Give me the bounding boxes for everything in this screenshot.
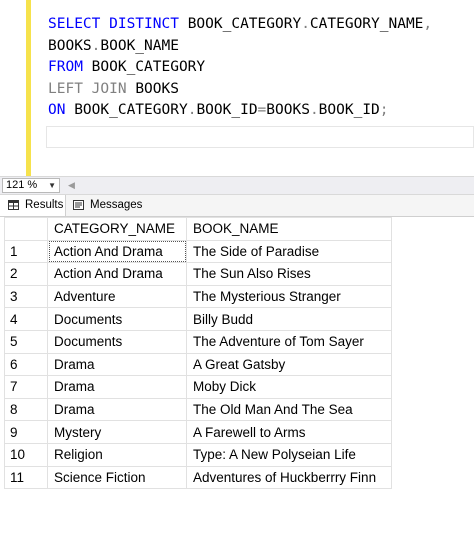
current-line-highlight <box>46 126 474 148</box>
code-token: BOOK_ID <box>318 102 380 119</box>
table-row[interactable]: 1 Action And Drama The Side of Paradise <box>4 239 392 264</box>
grid-header-row: CATEGORY_NAME BOOK_NAME <box>4 217 392 241</box>
column-header-category-name[interactable]: CATEGORY_NAME <box>47 217 187 241</box>
row-number-cell[interactable]: 7 <box>4 375 48 399</box>
category-name-cell[interactable]: Adventure <box>47 284 187 309</box>
book-name-cell[interactable]: The Old Man And The Sea <box>186 397 392 422</box>
category-name-cell[interactable]: Drama <box>47 352 187 377</box>
code-token: BOOKS <box>135 80 179 97</box>
code-token: . <box>309 102 319 119</box>
zoom-select[interactable]: 121 % ▼ <box>2 178 60 193</box>
code-token: FROM <box>48 59 92 76</box>
book-name-cell[interactable]: The Adventure of Tom Sayer <box>186 329 392 354</box>
query-editor[interactable]: SELECT DISTINCT BOOK_CATEGORY.CATEGORY_N… <box>0 0 474 176</box>
row-number-cell[interactable]: 9 <box>4 420 48 444</box>
zoom-bar: 121 % ▼ ◀ <box>0 176 474 195</box>
table-row[interactable]: 8 Drama The Old Man And The Sea <box>4 397 392 422</box>
code-token: BOOKS <box>266 102 310 119</box>
code-token: BOOK_NAME <box>100 37 179 54</box>
category-name-cell[interactable]: Documents <box>47 329 187 354</box>
row-number-cell[interactable]: 11 <box>4 465 48 490</box>
code-line[interactable]: BOOKS.BOOK_NAME <box>48 36 432 58</box>
book-name-cell[interactable]: Billy Budd <box>186 307 392 331</box>
tab-results-label: Results <box>25 199 64 211</box>
category-name-cell[interactable]: Documents <box>47 307 187 331</box>
result-tabs: Results Messages <box>0 195 474 217</box>
scroll-left-icon[interactable]: ◀ <box>68 179 75 192</box>
row-number-cell[interactable]: 3 <box>4 284 48 309</box>
book-name-cell[interactable]: The Side of Paradise <box>186 239 392 264</box>
table-row[interactable]: 10 Religion Type: A New Polyseian Life <box>4 442 392 467</box>
category-name-cell[interactable]: Action And Drama <box>47 262 187 286</box>
table-row[interactable]: 2 Action And Drama The Sun Also Rises <box>4 262 392 286</box>
code-token: ; <box>379 102 389 119</box>
table-row[interactable]: 3 Adventure The Mysterious Stranger <box>4 284 392 309</box>
code-token: . <box>301 16 310 32</box>
category-name-cell[interactable]: Mystery <box>47 420 187 444</box>
code-token: = <box>257 102 267 119</box>
results-grid: CATEGORY_NAME BOOK_NAME 1 Action And Dram… <box>4 217 392 490</box>
category-name-cell[interactable]: Action And Drama <box>47 239 187 264</box>
sql-code[interactable]: SELECT DISTINCT BOOK_CATEGORY.CATEGORY_N… <box>48 14 432 122</box>
table-row[interactable]: 5 Documents The Adventure of Tom Sayer <box>4 329 392 354</box>
book-name-cell[interactable]: Moby Dick <box>186 375 392 399</box>
row-number-cell[interactable]: 8 <box>4 397 48 422</box>
grid-icon <box>8 200 19 210</box>
category-name-cell[interactable]: Drama <box>47 397 187 422</box>
row-number-cell[interactable]: 4 <box>4 307 48 331</box>
zoom-value: 121 % <box>6 179 38 191</box>
category-name-cell[interactable]: Science Fiction <box>47 465 187 490</box>
messages-icon <box>73 200 84 210</box>
code-token: BOOK_ID <box>196 102 258 119</box>
table-row[interactable]: 9 Mystery A Farewell to Arms <box>4 420 392 444</box>
table-row[interactable]: 6 Drama A Great Gatsby <box>4 352 392 377</box>
row-number-header[interactable] <box>4 217 48 241</box>
change-tracking-bar <box>26 0 31 176</box>
tab-messages-label: Messages <box>90 199 143 211</box>
code-line[interactable]: SELECT DISTINCT BOOK_CATEGORY.CATEGORY_N… <box>48 14 432 36</box>
code-line[interactable]: ON BOOK_CATEGORY.BOOK_ID=BOOKS.BOOK_ID; <box>48 100 432 122</box>
code-line[interactable]: FROM BOOK_CATEGORY <box>48 57 432 79</box>
book-name-cell[interactable]: A Great Gatsby <box>186 352 392 377</box>
book-name-cell[interactable]: The Sun Also Rises <box>186 262 392 286</box>
row-number-cell[interactable]: 1 <box>4 239 48 264</box>
editor-gutter <box>0 0 26 176</box>
book-name-cell[interactable]: Type: A New Polyseian Life <box>186 442 392 467</box>
code-token: BOOKS <box>48 37 92 54</box>
code-token: BOOK_CATEGORY <box>74 102 188 119</box>
code-token: BOOK_CATEGORY <box>91 59 206 76</box>
code-token: BOOK_CATEGORY <box>187 16 302 32</box>
code-token: CATEGORY_NAME <box>309 16 424 32</box>
code-token: , <box>423 16 433 32</box>
book-name-cell[interactable]: The Mysterious Stranger <box>186 284 392 309</box>
category-name-cell[interactable]: Religion <box>47 442 187 467</box>
code-token: SELECT DISTINCT <box>48 16 188 32</box>
table-row[interactable]: 7 Drama Moby Dick <box>4 375 392 399</box>
row-number-cell[interactable]: 5 <box>4 329 48 354</box>
row-number-cell[interactable]: 2 <box>4 262 48 286</box>
tab-results[interactable]: Results <box>0 195 66 216</box>
column-header-book-name[interactable]: BOOK_NAME <box>186 217 392 241</box>
row-number-cell[interactable]: 6 <box>4 352 48 377</box>
book-name-cell[interactable]: Adventures of Huckberrry Finn <box>186 465 392 490</box>
category-name-cell[interactable]: Drama <box>47 375 187 399</box>
table-row[interactable]: 11 Science Fiction Adventures of Huckberrr… <box>4 465 392 490</box>
code-line[interactable]: LEFT JOIN BOOKS <box>48 79 432 101</box>
code-token: LEFT JOIN <box>48 80 136 97</box>
tab-messages[interactable]: Messages <box>70 195 150 216</box>
code-token: ON <box>48 102 75 119</box>
row-number-cell[interactable]: 10 <box>4 442 48 467</box>
table-row[interactable]: 4 Documents Billy Budd <box>4 307 392 331</box>
chevron-down-icon[interactable]: ▼ <box>48 179 56 192</box>
book-name-cell[interactable]: A Farewell to Arms <box>186 420 392 444</box>
